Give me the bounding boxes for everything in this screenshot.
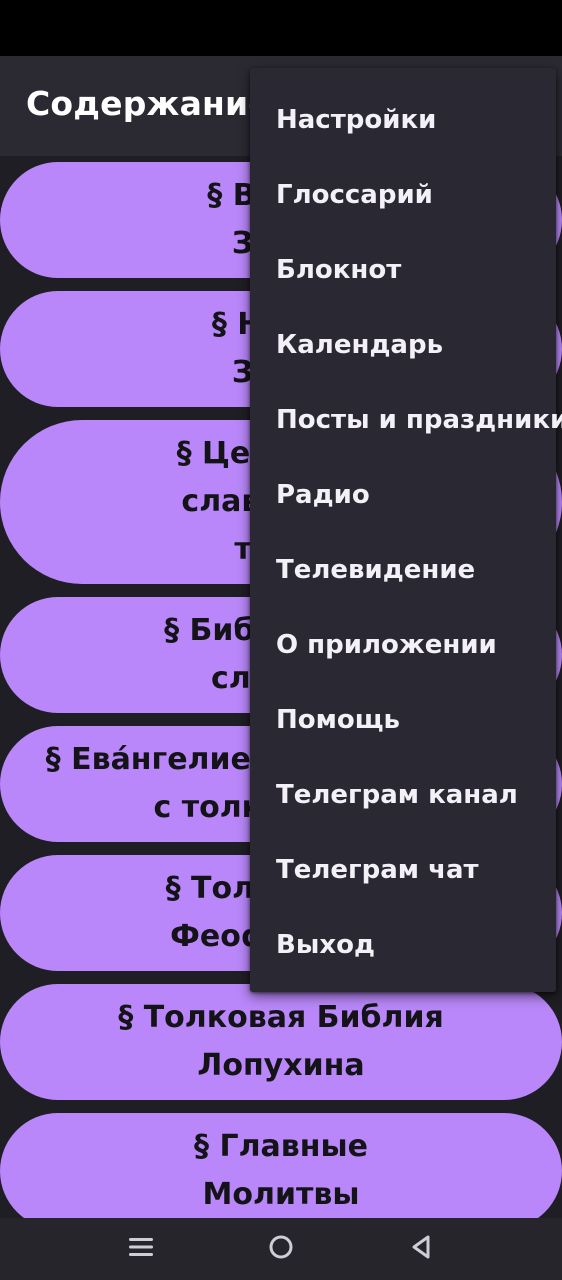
list-item-main-prayers[interactable]: § Главные Молитвы — [0, 1113, 562, 1218]
menu-item-notebook[interactable]: Блокнот — [250, 232, 556, 307]
list-item-line: § Толковая Библия — [118, 1000, 444, 1035]
recents-button[interactable] — [111, 1218, 171, 1280]
menu-item-exit[interactable]: Выход — [250, 907, 556, 982]
overflow-menu: Настройки Глоссарий Блокнот Календарь По… — [250, 68, 562, 992]
menu-lines-icon — [128, 1235, 154, 1263]
system-nav-bar — [0, 1218, 562, 1280]
menu-item-about[interactable]: О приложении — [250, 607, 556, 682]
list-item-line: Молитвы — [202, 1177, 360, 1212]
menu-item-settings[interactable]: Настройки — [250, 82, 556, 157]
menu-item-radio[interactable]: Радио — [250, 457, 556, 532]
menu-item-help[interactable]: Помощь — [250, 682, 556, 757]
list-item-line: § Главные — [194, 1129, 368, 1164]
menu-item-television[interactable]: Телевидение — [250, 532, 556, 607]
status-bar — [0, 0, 562, 56]
triangle-left-icon — [409, 1234, 433, 1264]
menu-item-fasts-holidays[interactable]: Посты и праздники — [250, 382, 562, 457]
back-button[interactable] — [391, 1218, 451, 1280]
menu-item-calendar[interactable]: Календарь — [250, 307, 556, 382]
menu-item-glossary[interactable]: Глоссарий — [250, 157, 556, 232]
list-item-lopukhin-bible[interactable]: § Толковая Библия Лопухина — [0, 984, 562, 1100]
list-item-line: Лопухина — [197, 1048, 365, 1083]
menu-item-telegram-chat[interactable]: Телеграм чат — [250, 832, 556, 907]
home-button[interactable] — [251, 1218, 311, 1280]
page-title: Содержание — [26, 84, 271, 123]
circle-icon — [268, 1234, 294, 1264]
menu-item-telegram-channel[interactable]: Телеграм канал — [250, 757, 556, 832]
